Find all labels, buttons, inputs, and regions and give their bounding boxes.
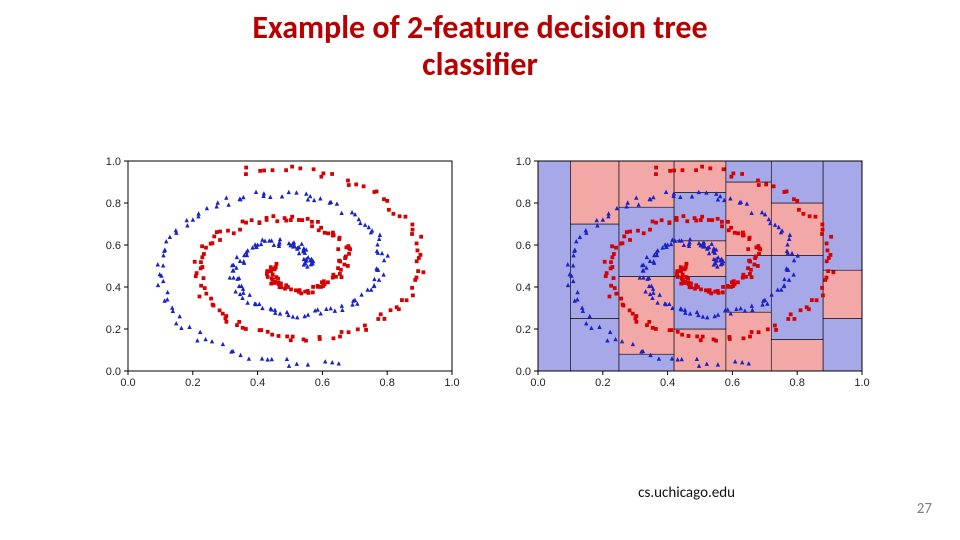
- svg-text:0.4: 0.4: [660, 377, 675, 389]
- title-line-2: classifier: [422, 45, 538, 84]
- svg-text:0.0: 0.0: [106, 366, 121, 378]
- title-line-1: Example of 2-feature decision tree: [252, 8, 707, 47]
- slide-title: Example of 2-feature decision tree class…: [0, 10, 960, 84]
- svg-text:0.2: 0.2: [516, 324, 531, 336]
- page-number: 27: [917, 500, 932, 518]
- scatter-plot-left: 0.0 0.2 0.4 0.6 0.8 1.0 0.0 0.2 0.4 0.6 0.8 1.0: [90, 155, 460, 395]
- svg-text:0.0: 0.0: [516, 366, 531, 378]
- svg-text:0.2: 0.2: [595, 377, 610, 389]
- svg-text:1.0: 1.0: [516, 156, 531, 168]
- svg-text:0.6: 0.6: [315, 377, 330, 389]
- svg-text:0.0: 0.0: [120, 377, 135, 389]
- svg-text:1.0: 1.0: [444, 377, 459, 389]
- svg-text:1.0: 1.0: [106, 156, 121, 168]
- svg-text:0.2: 0.2: [106, 324, 121, 336]
- svg-text:1.0: 1.0: [854, 377, 869, 389]
- svg-text:0.8: 0.8: [516, 198, 531, 210]
- svg-text:0.6: 0.6: [516, 240, 531, 252]
- scatter-plot-right: 0.0 0.2 0.4 0.6 0.8 1.0 0.0 0.2 0.4 0.6 0.8 1.0: [500, 155, 870, 395]
- svg-text:0.8: 0.8: [106, 198, 121, 210]
- svg-text:0.8: 0.8: [380, 377, 395, 389]
- svg-text:0.0: 0.0: [530, 377, 545, 389]
- svg-text:0.2: 0.2: [185, 377, 200, 389]
- svg-text:0.4: 0.4: [250, 377, 265, 389]
- attribution-text: cs.uchicago.edu: [638, 484, 735, 502]
- svg-text:0.4: 0.4: [516, 282, 531, 294]
- plot-row: 0.0 0.2 0.4 0.6 0.8 1.0 0.0 0.2 0.4 0.6 0.8 1.0 0.0…: [90, 155, 870, 395]
- scatter-plot-right-svg: 0.0 0.2 0.4 0.6 0.8 1.0 0.0 0.2 0.4 0.6 0.8 1.0: [500, 155, 870, 395]
- svg-text:0.8: 0.8: [790, 377, 805, 389]
- svg-text:0.6: 0.6: [725, 377, 740, 389]
- svg-text:0.6: 0.6: [106, 240, 121, 252]
- svg-text:0.4: 0.4: [106, 282, 121, 294]
- scatter-plot-left-svg: 0.0 0.2 0.4 0.6 0.8 1.0 0.0 0.2 0.4 0.6 0.8 1.0: [90, 155, 460, 395]
